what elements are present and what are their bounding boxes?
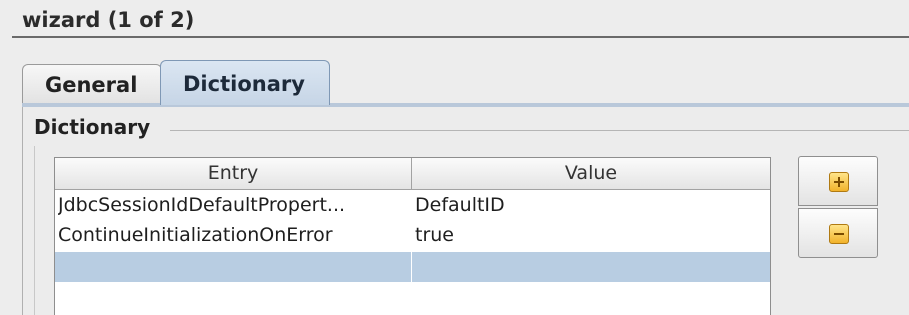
table-row[interactable]: JdbcSessionIdDefaultPropert... DefaultID <box>55 190 770 220</box>
column-divider <box>411 252 412 282</box>
minus-icon <box>829 224 849 244</box>
table-cell-value[interactable] <box>415 252 765 282</box>
tab-strip-border <box>22 103 909 107</box>
column-header-entry[interactable]: Entry <box>55 158 412 189</box>
table-row[interactable]: ContinueInitializationOnError true <box>55 220 770 250</box>
wizard-page: wizard (1 of 2) General Dictionary Dicti… <box>0 0 909 315</box>
plus-icon-bar-vertical <box>838 177 840 187</box>
section-border-left <box>34 146 35 315</box>
add-entry-button[interactable] <box>798 156 878 206</box>
minus-icon-bar <box>834 233 844 235</box>
page-title: wizard (1 of 2) <box>22 8 195 32</box>
table-row-selected[interactable] <box>55 252 770 282</box>
dictionary-table[interactable]: Entry Value JdbcSessionIdDefaultPropert.… <box>54 157 771 315</box>
plus-icon <box>829 172 849 192</box>
title-divider <box>12 36 909 38</box>
table-cell-entry[interactable] <box>58 252 408 282</box>
table-header: Entry Value <box>55 158 770 190</box>
table-cell-value[interactable]: true <box>415 220 765 250</box>
section-border <box>170 130 909 131</box>
tab-dictionary[interactable]: Dictionary <box>160 60 330 105</box>
tab-general[interactable]: General <box>22 64 162 104</box>
table-cell-entry[interactable]: ContinueInitializationOnError <box>58 220 408 250</box>
column-header-value[interactable]: Value <box>412 158 770 189</box>
remove-entry-button[interactable] <box>798 208 878 258</box>
table-cell-value[interactable]: DefaultID <box>415 190 765 220</box>
section-title: Dictionary <box>34 115 151 139</box>
table-cell-entry[interactable]: JdbcSessionIdDefaultPropert... <box>58 190 408 220</box>
